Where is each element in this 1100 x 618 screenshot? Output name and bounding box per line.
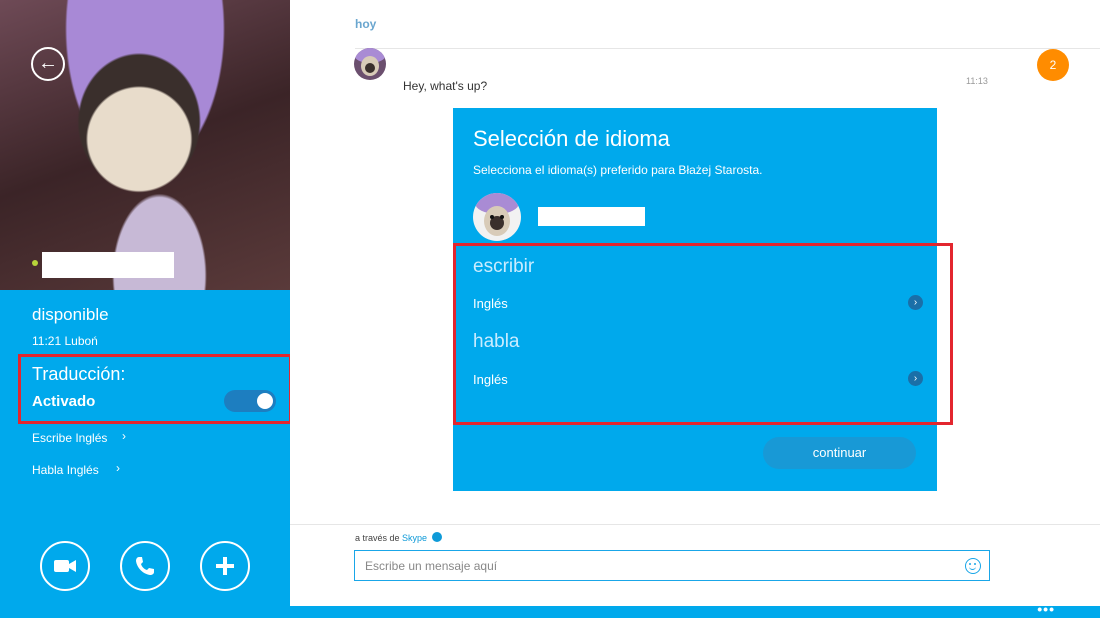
contact-name-redacted (538, 207, 645, 226)
more-icon[interactable]: ••• (1037, 602, 1055, 616)
message-input[interactable] (354, 550, 990, 581)
language-selection-dialog: Selección de idioma Selecciona el idioma… (453, 108, 953, 491)
back-arrow-icon[interactable]: ← (31, 47, 65, 81)
translation-label: Traducción: (32, 364, 126, 384)
contact-local-time: 11:21 Luboń (32, 334, 98, 348)
contact-name-redacted (42, 252, 174, 278)
write-language-label: Escribe Inglés (32, 431, 108, 445)
chevron-right-icon[interactable]: › (908, 371, 923, 386)
contact-status: disponible (32, 305, 109, 324)
dialog-title: Selección de idioma (473, 126, 670, 151)
translation-toggle[interactable] (224, 390, 276, 412)
write-language-value[interactable]: Inglés (473, 296, 508, 311)
divider (355, 48, 1100, 49)
app-bar (0, 606, 1100, 618)
day-label: hoy (355, 17, 377, 31)
continue-button[interactable]: continuar (763, 437, 916, 469)
toggle-knob (257, 393, 273, 409)
divider (290, 524, 1100, 525)
presence-indicator (32, 260, 38, 266)
add-button[interactable] (200, 541, 250, 591)
chevron-right-icon: › (122, 429, 126, 443)
phone-icon (136, 557, 154, 575)
plus-icon (216, 557, 234, 575)
via-prefix: a través de (355, 533, 400, 543)
video-call-button[interactable] (40, 541, 90, 591)
write-language-link[interactable]: Escribe Inglés › (32, 429, 126, 445)
speak-section-header: habla (473, 331, 520, 352)
unread-badge[interactable]: 2 (1037, 49, 1069, 81)
message-text: Hey, what's up? (403, 79, 488, 93)
translation-state: Activado (32, 393, 96, 410)
write-section-header: escribir (473, 256, 535, 277)
avatar (354, 48, 386, 80)
avatar (473, 193, 521, 241)
contact-panel: ← disponible 11:21 Luboń Traducción: Act… (0, 0, 292, 618)
via-service-name[interactable]: Skype (402, 533, 427, 543)
video-call-icon (54, 560, 76, 572)
speak-language-value[interactable]: Inglés (473, 372, 508, 387)
speak-language-link[interactable]: Habla Inglés › (32, 461, 120, 477)
speak-language-label: Habla Inglés (32, 463, 99, 477)
chevron-right-icon: › (116, 461, 120, 475)
via-service: a través de Skype (355, 532, 442, 543)
contact-photo (0, 0, 290, 290)
emoji-icon[interactable] (965, 558, 981, 574)
conversation-area: hoy 2 Hey, what's up? 11:13 Selección de… (290, 0, 1100, 618)
chevron-right-icon[interactable]: › (908, 295, 923, 310)
call-button[interactable] (120, 541, 170, 591)
message-time: 11:13 (966, 76, 988, 86)
dialog-subtitle: Selecciona el idioma(s) preferido para B… (473, 163, 763, 177)
chevron-down-icon[interactable] (431, 532, 442, 542)
